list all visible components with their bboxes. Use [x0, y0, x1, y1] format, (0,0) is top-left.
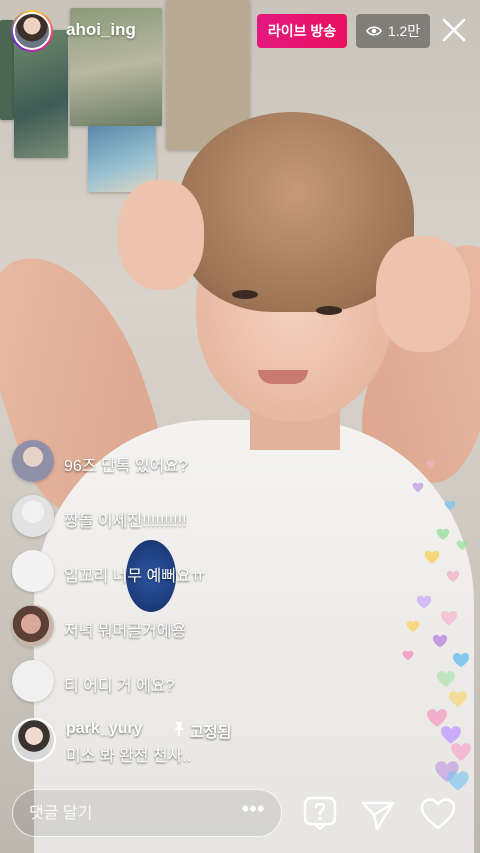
viewer-count-badge[interactable]: 1.2만 [356, 14, 430, 48]
commenter-avatar[interactable] [12, 660, 54, 702]
host-avatar-image [13, 12, 51, 50]
pinned-label: 고정됨 [190, 724, 232, 741]
floating-heart [451, 743, 471, 761]
host-username[interactable]: ahoi_ing [66, 20, 136, 40]
comment-item[interactable]: 티 어디 거 에요? [12, 660, 312, 702]
floating-heart [424, 550, 440, 564]
live-badge: 라이브 방송 [257, 14, 347, 48]
streamer-mouth [258, 370, 308, 384]
comment-text: 96즈 단톡 있어요? [64, 458, 188, 475]
streamer-hand [118, 180, 204, 290]
pinned-comment-text: 미소 봐 완전 천사.. [66, 748, 192, 765]
pinned-commenter-name[interactable]: park_yury [66, 720, 143, 738]
comment-item[interactable]: 96즈 단톡 있어요? [12, 440, 312, 482]
live-stream-screen: ahoi_ing 라이브 방송 1.2만 96즈 단톡 있어요? 짱돌 이세진!… [0, 0, 480, 853]
commenter-avatar[interactable] [12, 440, 54, 482]
host-avatar[interactable] [11, 10, 53, 52]
comment-text: 저녁 뭐머글거에용 [64, 623, 187, 640]
floating-heart [447, 771, 469, 791]
comment-text: 입꼬리 너무 예뻐요ㅠ [64, 568, 206, 585]
floating-heart [426, 460, 436, 469]
comment-item[interactable]: 입꼬리 너무 예뻐요ㅠ [12, 550, 312, 592]
pin-icon [174, 722, 184, 736]
floating-heart [406, 620, 420, 632]
floating-heart [444, 500, 456, 511]
comment-input[interactable] [27, 790, 231, 837]
streamer-eye [316, 306, 342, 315]
commenter-avatar[interactable] [12, 605, 54, 647]
floating-heart [440, 610, 458, 626]
close-icon[interactable] [440, 16, 468, 44]
floating-heart [402, 650, 414, 661]
comment-box[interactable]: ••• [12, 789, 282, 837]
commenter-avatar[interactable] [12, 550, 54, 592]
paper-plane-icon[interactable] [360, 798, 396, 832]
floating-heart [449, 691, 467, 707]
floating-heart [437, 671, 455, 687]
floating-heart [456, 540, 468, 551]
floating-heart [452, 652, 470, 668]
floating-heart [436, 528, 450, 540]
pinned-commenter-avatar[interactable] [12, 718, 56, 762]
floating-heart [446, 570, 460, 582]
eye-icon [365, 26, 382, 36]
comment-item[interactable]: 저녁 뭐머글거에용 [12, 605, 312, 647]
streamer-hand [376, 236, 470, 352]
commenter-avatar[interactable] [12, 495, 54, 537]
streamer-eye [232, 290, 258, 299]
floating-hearts [396, 420, 480, 800]
question-box-icon[interactable] [302, 796, 338, 830]
pinned-comment[interactable]: park_yury 고정됨 미소 봐 완전 천사.. [12, 718, 372, 766]
more-options-button[interactable]: ••• [239, 798, 267, 825]
floating-heart [412, 482, 424, 493]
viewer-count: 1.2만 [387, 23, 421, 39]
comment-text: 짱돌 이세진!!!!!!!!!! [64, 513, 187, 530]
floating-heart [432, 634, 448, 648]
heart-outline-icon[interactable] [420, 797, 456, 831]
comment-item[interactable]: 짱돌 이세진!!!!!!!!!! [12, 495, 312, 537]
comment-text: 티 어디 거 에요? [64, 678, 175, 695]
floating-heart [416, 595, 432, 609]
